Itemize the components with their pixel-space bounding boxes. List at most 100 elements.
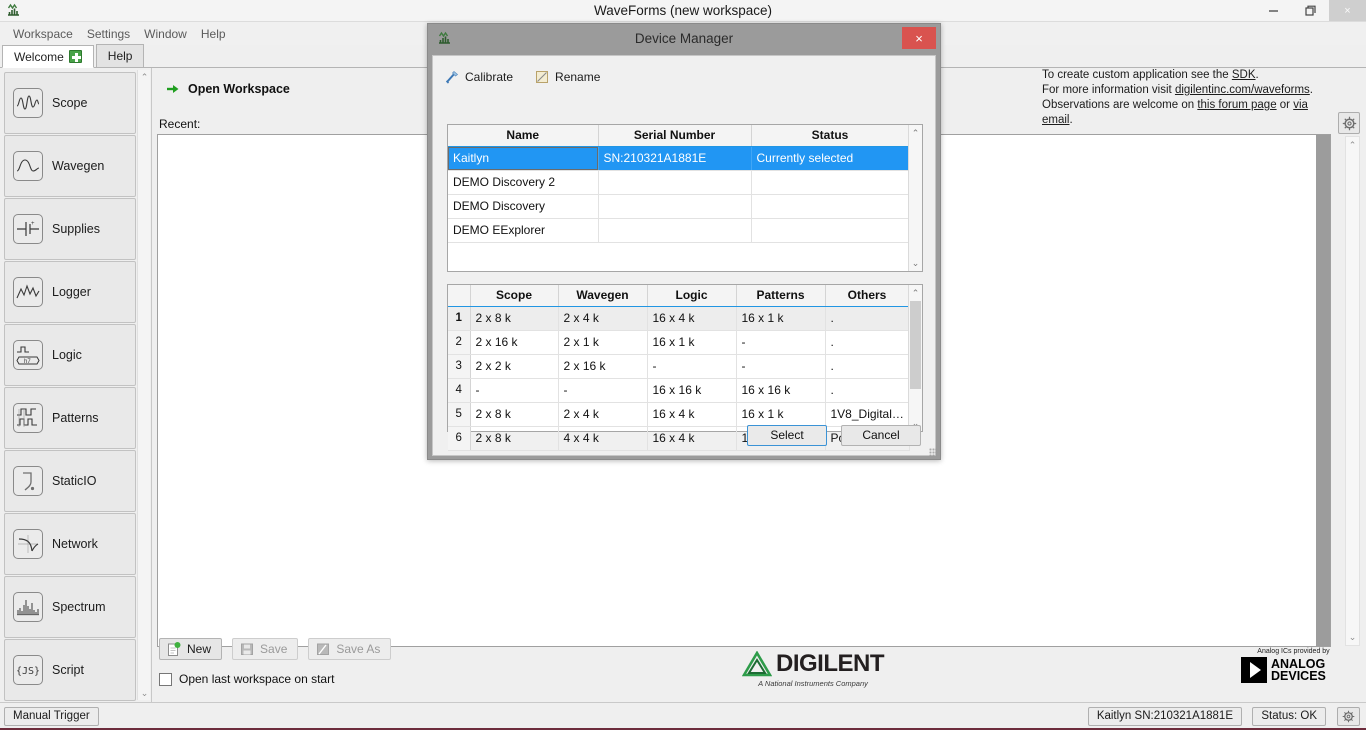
cancel-button[interactable]: Cancel (841, 425, 921, 446)
table-row[interactable]: DEMO Discovery 2 (448, 170, 910, 195)
tab-help-label: Help (107, 49, 133, 63)
sidebar-item-staticio[interactable]: StaticIO (4, 450, 136, 512)
sdk-link[interactable]: SDK (1232, 69, 1256, 81)
maximize-button[interactable] (1292, 0, 1329, 21)
new-document-icon (167, 641, 181, 657)
config-col-logic[interactable]: Logic (647, 285, 737, 307)
config-scope-cell: 2 x 2 k (470, 354, 559, 379)
sidebar-item-network[interactable]: Network (4, 513, 136, 575)
sidebar-scroll-down-icon[interactable]: ⌄ (138, 686, 151, 700)
dialog-footer: Select Cancel (747, 425, 921, 446)
config-scope-cell: - (470, 378, 559, 403)
workspace-vertical-scrollbar[interactable]: ⌃ ⌄ (1345, 136, 1360, 646)
tab-welcome-label: Welcome (14, 49, 64, 64)
table-row[interactable]: 2 2 x 16 k 2 x 1 k 16 x 1 k - . (448, 330, 910, 355)
minimize-button[interactable] (1255, 0, 1292, 21)
save-as-workspace-button[interactable]: Save As (308, 638, 392, 660)
sine-wave-icon (13, 151, 43, 181)
workspace-scroll-up-icon[interactable]: ⌃ (1346, 138, 1359, 152)
sidebar-scrollbar[interactable]: ⌃ ⌄ (137, 70, 150, 700)
table-row[interactable]: 4 - - 16 x 16 k 16 x 16 k . (448, 378, 910, 403)
add-tab-plus-icon[interactable] (68, 50, 82, 63)
open-last-workspace-row[interactable]: Open last workspace on start (159, 672, 334, 686)
table-row[interactable]: DEMO Discovery (448, 194, 910, 219)
device-table[interactable]: Name Serial Number Status Kaitlyn SN:210… (447, 124, 923, 272)
config-others-cell: . (825, 378, 910, 403)
js-braces-icon: {JS} (13, 655, 43, 685)
sidebar-item-script[interactable]: {JS} Script (4, 639, 136, 701)
device-col-status[interactable]: Status (751, 125, 910, 147)
switch-icon (13, 466, 43, 496)
manual-trigger-button[interactable]: Manual Trigger (4, 707, 99, 726)
menu-item-window[interactable]: Window (137, 25, 194, 43)
config-col-wavegen[interactable]: Wavegen (558, 285, 648, 307)
battery-cell-icon: + (13, 214, 43, 244)
table-row[interactable]: 3 2 x 2 k 2 x 16 k - - . (448, 354, 910, 379)
config-others-cell: . (825, 306, 910, 331)
device-col-name[interactable]: Name (448, 125, 599, 147)
sidebar-item-logic[interactable]: h7 Logic (4, 324, 136, 386)
device-serial-cell (598, 218, 752, 243)
open-last-workspace-checkbox[interactable] (159, 672, 172, 686)
config-others-cell: 1V8_Digital_I... (825, 402, 910, 427)
config-index-cell: 5 (448, 402, 471, 427)
device-scroll-up-icon[interactable]: ⌃ (909, 126, 922, 140)
config-scope-cell: 2 x 16 k (470, 330, 559, 355)
menu-item-workspace[interactable]: Workspace (6, 25, 80, 43)
config-scroll-up-icon[interactable]: ⌃ (909, 286, 922, 300)
config-scroll-thumb[interactable] (910, 301, 921, 389)
open-last-workspace-label: Open last workspace on start (179, 672, 335, 686)
sidebar-scroll-up-icon[interactable]: ⌃ (138, 70, 151, 84)
save-as-workspace-label: Save As (336, 642, 381, 656)
open-workspace-link[interactable]: Open Workspace (166, 82, 290, 96)
sidebar-item-scope[interactable]: Scope (4, 72, 136, 134)
select-button[interactable]: Select (747, 425, 827, 446)
dialog-resize-handle[interactable] (929, 448, 938, 457)
forum-page-link[interactable]: this forum page (1197, 99, 1276, 111)
save-workspace-button[interactable]: Save (232, 638, 299, 660)
config-col-others[interactable]: Others (825, 285, 910, 307)
device-status-cell (751, 218, 910, 243)
sidebar-item-logger[interactable]: Logger (4, 261, 136, 323)
tab-help[interactable]: Help (95, 44, 145, 67)
tab-welcome[interactable]: Welcome (2, 45, 94, 68)
menu-item-help[interactable]: Help (194, 25, 233, 43)
workspace-scroll-down-icon[interactable]: ⌄ (1346, 630, 1359, 644)
recent-list-scrollbar[interactable] (1316, 135, 1330, 646)
configuration-table[interactable]: Scope Wavegen Logic Patterns Others 1 2 … (447, 284, 923, 451)
status-device-badge[interactable]: Kaitlyn SN:210321A1881E (1087, 707, 1242, 726)
dialog-close-button[interactable]: × (902, 27, 936, 49)
table-row[interactable]: Kaitlyn SN:210321A1881E Currently select… (448, 146, 910, 171)
digilent-logo: DIGILENT A National Instruments Company (733, 650, 893, 688)
menu-item-settings[interactable]: Settings (80, 25, 137, 43)
close-button[interactable]: × (1329, 0, 1366, 21)
sidebar-item-network-label: Network (52, 537, 98, 551)
config-index-cell: 2 (448, 330, 471, 355)
table-row[interactable]: 1 2 x 8 k 2 x 4 k 16 x 4 k 16 x 1 k . (448, 306, 910, 331)
config-wavegen-cell: - (558, 378, 648, 403)
sidebar-item-wavegen[interactable]: Wavegen (4, 135, 136, 197)
new-workspace-button[interactable]: New (159, 638, 223, 660)
sidebar-item-supplies[interactable]: + Supplies (4, 198, 136, 260)
calibrate-button[interactable]: Calibrate (445, 70, 513, 84)
device-col-serial[interactable]: Serial Number (598, 125, 752, 147)
config-table-scrollbar[interactable]: ⌃ ⌄ (908, 285, 922, 431)
config-col-patterns[interactable]: Patterns (736, 285, 826, 307)
rename-button[interactable]: Rename (535, 70, 600, 84)
sidebar-item-spectrum[interactable]: Spectrum (4, 576, 136, 638)
help-gear-button[interactable] (1338, 112, 1360, 134)
device-table-scrollbar[interactable]: ⌃ ⌄ (908, 125, 922, 271)
device-scroll-down-icon[interactable]: ⌄ (909, 256, 922, 270)
status-badge[interactable]: Status: OK (1252, 707, 1326, 726)
waveforms-website-link[interactable]: digilentinc.com/waveforms (1175, 84, 1310, 96)
waveforms-application-window: WaveForms (new workspace) × Workspace Se… (0, 0, 1366, 730)
table-row[interactable]: 5 2 x 8 k 2 x 4 k 16 x 4 k 16 x 1 k 1V8_… (448, 402, 910, 427)
info-line-sdk: To create custom application see the SDK… (1042, 68, 1335, 83)
info-line3-mid: or (1276, 99, 1294, 111)
sidebar-item-patterns[interactable]: Patterns (4, 387, 136, 449)
config-col-scope[interactable]: Scope (470, 285, 559, 307)
settings-gear-icon (1342, 710, 1355, 723)
status-settings-button[interactable] (1337, 707, 1360, 726)
analog-devices-triangle-icon (1241, 657, 1267, 683)
table-row[interactable]: DEMO EExplorer (448, 218, 910, 243)
